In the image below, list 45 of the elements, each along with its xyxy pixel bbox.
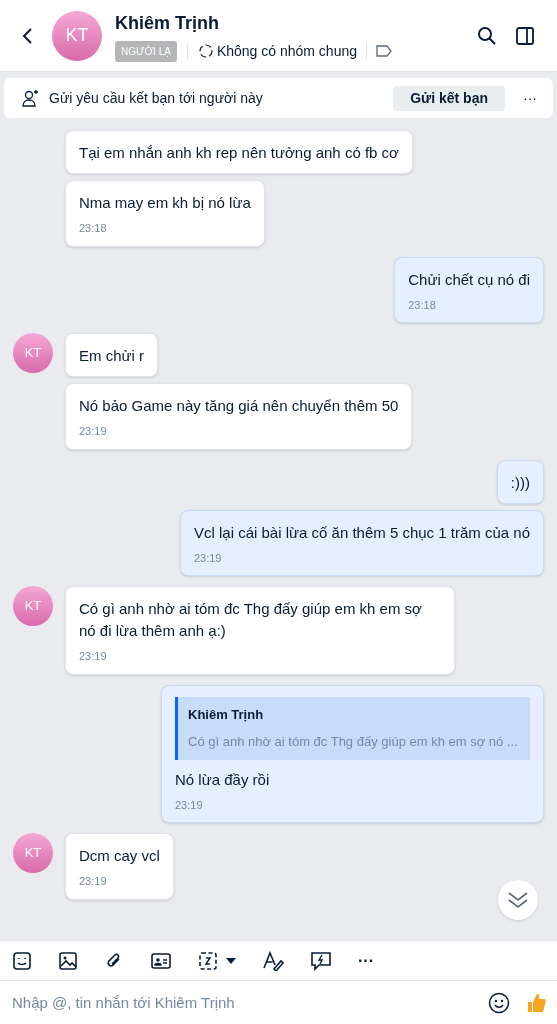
- search-icon[interactable]: [477, 25, 497, 46]
- message-time: 23:18: [408, 297, 437, 313]
- message-text: Nma may em kh bị nó lừa: [79, 193, 251, 213]
- stranger-badge: NGƯỜI LẠ: [115, 40, 177, 62]
- message-composer[interactable]: Nhập @, tin nhắn tới Khiêm Trịnh: [0, 980, 557, 1024]
- caret-icon[interactable]: [226, 957, 236, 964]
- send-friend-request-button[interactable]: Gửi kết bạn: [393, 85, 505, 111]
- text-format-icon[interactable]: [262, 950, 284, 971]
- common-groups-label[interactable]: Không có nhóm chung: [216, 40, 357, 62]
- message-time: 23:19: [79, 874, 108, 889]
- quoted-message[interactable]: Khiêm Trịnh Có gì anh nhờ ai tóm đc Thg đấy giúp em kh em sợ nó ...: [175, 696, 530, 760]
- message-text: Chửi chết cụ nó đi: [408, 269, 530, 290]
- scroll-down-button[interactable]: [498, 880, 538, 920]
- message-text: Dcm cay vcl: [79, 846, 160, 866]
- sticker-icon[interactable]: [12, 950, 32, 971]
- message-text: :))): [510, 472, 530, 493]
- emoji-icon[interactable]: [488, 991, 510, 1014]
- screenshot-icon[interactable]: [198, 950, 218, 971]
- group-icon: [197, 43, 214, 59]
- contact-card-icon[interactable]: [150, 950, 172, 971]
- message-time: 23:19: [79, 424, 108, 439]
- message-time: 23:19: [193, 550, 223, 566]
- more-button[interactable]: ···: [358, 948, 374, 973]
- quote-author: Khiêm Trịnh: [188, 705, 265, 724]
- add-person-icon: [22, 89, 40, 107]
- message-text: Em chửi r: [79, 346, 145, 366]
- message-text: Nó lừa đầy rồi: [175, 769, 271, 790]
- image-icon[interactable]: [58, 950, 78, 971]
- more-button[interactable]: ···: [521, 87, 539, 109]
- message-text: Tại em nhắn anh kh rep nên tưởng anh có fb cơ: [79, 143, 399, 163]
- message-text: Nó bảo Game này tăng giá nên chuyển thêm 50: [79, 396, 399, 416]
- message-input[interactable]: Nhập @, tin nhắn tới Khiêm Trịnh: [12, 987, 488, 1018]
- sidebar-icon[interactable]: [515, 25, 535, 46]
- contact-name: Khiêm Trịnh: [115, 11, 220, 35]
- friend-request-text: Gửi yêu cầu kết bạn tới người này: [49, 88, 263, 108]
- message-time: 23:18: [79, 221, 108, 236]
- message-text: Vcl lại cái bài lừa cố ăn thêm 5 chục 1 trăm của nó: [193, 522, 530, 543]
- message-time: 23:19: [79, 649, 108, 664]
- quote-text: Có gì anh nhờ ai tóm đc Thg đấy giúp em kh em sợ nó ...: [188, 733, 519, 751]
- chevrons-down-icon: [507, 890, 529, 910]
- quick-message-icon[interactable]: [310, 950, 332, 971]
- message-text: Có gì anh nhờ ai tóm đc Thg đấy giúp em kh em sợ nó đi lừa thêm anh ạ:): [79, 599, 423, 641]
- thumbs-up-icon[interactable]: [525, 991, 547, 1014]
- message-time: 23:19: [175, 797, 204, 813]
- tag-icon[interactable]: [376, 45, 392, 57]
